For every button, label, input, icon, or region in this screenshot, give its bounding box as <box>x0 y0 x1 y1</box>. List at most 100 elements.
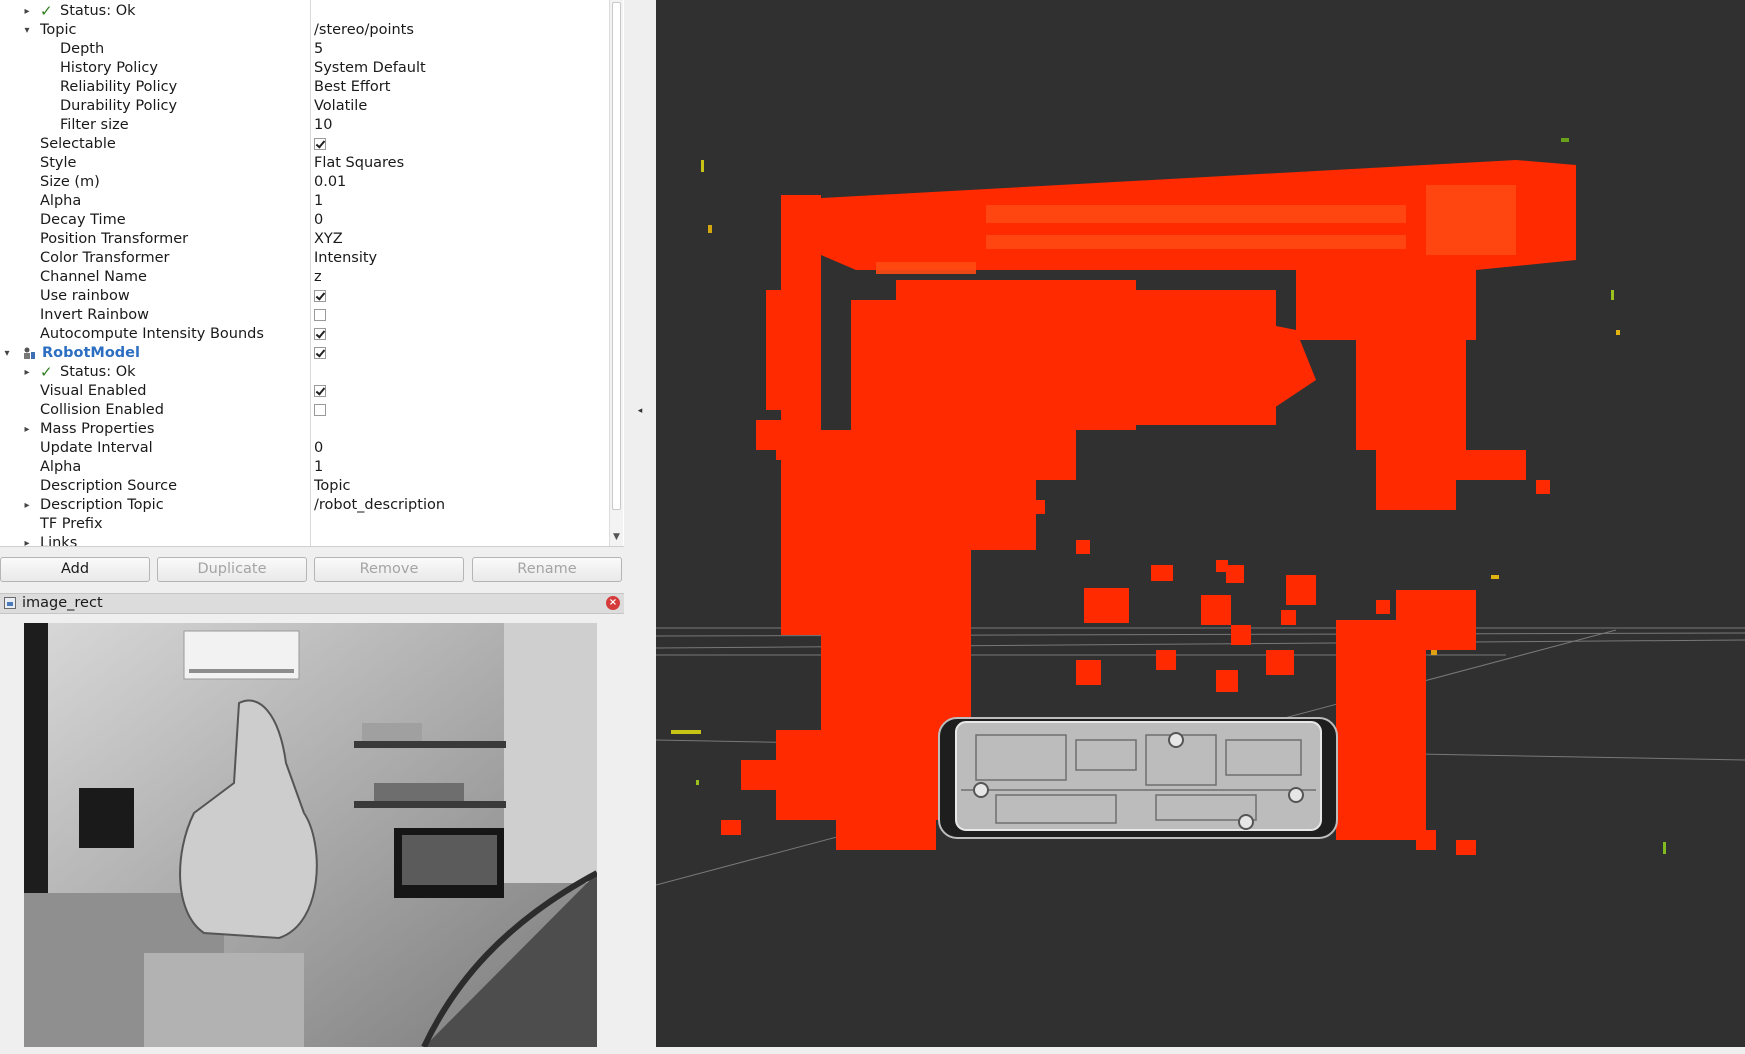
displays-property-tree[interactable]: ▸ ✓ Status: Ok ▾ Topic/stereo/points Depth 5 Hi… <box>0 0 624 546</box>
property-value[interactable]: Volatile <box>314 97 367 116</box>
property-checkbox[interactable] <box>314 404 326 416</box>
tree-property-row[interactable]: ▸ ✓ Status: Ok <box>0 2 609 21</box>
property-label: Reliability Policy <box>60 79 178 95</box>
tree-property-row[interactable]: Filter size 10 <box>0 116 609 135</box>
tree-property-row[interactable]: Invert Rainbow <box>0 306 609 325</box>
tree-property-row[interactable]: Alpha 1 <box>0 192 609 211</box>
property-value[interactable]: XYZ <box>314 230 343 249</box>
image-panel-titlebar[interactable]: image_rect × <box>0 593 624 614</box>
status-ok-icon: ✓ <box>40 2 53 20</box>
tree-property-row[interactable]: ▸ Links <box>0 534 609 546</box>
property-label: Mass Properties <box>40 421 155 437</box>
collapsed-arrow-icon[interactable]: ▸ <box>22 363 32 382</box>
tree-property-row[interactable]: ▸ ✓ Status: Ok <box>0 363 609 382</box>
tree-property-row[interactable]: Decay Time 0 <box>0 211 609 230</box>
tree-property-row[interactable]: Use rainbow <box>0 287 609 306</box>
image-panel-title: image_rect <box>22 595 103 611</box>
camera-feed-illustration <box>24 623 597 1047</box>
tree-display-item[interactable]: ▾ RobotModel <box>0 344 609 363</box>
property-value[interactable]: 0 <box>314 211 323 230</box>
property-value[interactable]: z <box>314 268 322 287</box>
property-value[interactable]: Intensity <box>314 249 377 268</box>
property-label: Invert Rainbow <box>40 307 150 323</box>
property-label: History Policy <box>60 60 158 76</box>
property-label: Filter size <box>60 117 129 133</box>
image-icon <box>4 597 16 609</box>
property-value[interactable]: 5 <box>314 40 323 59</box>
property-value[interactable]: 1 <box>314 192 323 211</box>
property-checkbox[interactable] <box>314 138 326 150</box>
close-icon[interactable]: × <box>606 596 620 610</box>
tree-property-row[interactable]: ▸ Mass Properties <box>0 420 609 439</box>
scroll-down-arrow-icon[interactable]: ▼ <box>611 531 622 543</box>
collapsed-arrow-icon[interactable]: ▸ <box>22 2 32 21</box>
property-label: Decay Time <box>40 212 126 228</box>
property-label: Autocompute Intensity Bounds <box>40 326 264 342</box>
tree-property-row[interactable]: Style Flat Squares <box>0 154 609 173</box>
expanded-arrow-icon[interactable]: ▾ <box>2 344 12 363</box>
property-value[interactable]: /stereo/points <box>314 21 414 40</box>
property-label: Description Source <box>40 478 177 494</box>
status-ok-icon: ✓ <box>40 363 53 381</box>
tree-property-row[interactable]: Visual Enabled <box>0 382 609 401</box>
collapsed-arrow-icon[interactable]: ▸ <box>22 534 32 546</box>
tree-property-row[interactable]: Channel Name z <box>0 268 609 287</box>
tree-property-row[interactable]: Selectable <box>0 135 609 154</box>
vertical-scrollbar[interactable]: ▼ <box>609 0 623 546</box>
property-label: Alpha <box>40 459 82 475</box>
property-value[interactable]: 0 <box>314 439 323 458</box>
tree-property-row[interactable]: Position Transformer XYZ <box>0 230 609 249</box>
tree-property-row[interactable]: TF Prefix <box>0 515 609 534</box>
collapsed-arrow-icon[interactable]: ▸ <box>22 496 32 515</box>
3d-render-viewport[interactable] <box>656 0 1745 1047</box>
property-label: Status: Ok <box>60 364 136 380</box>
duplicate-button[interactable]: Duplicate <box>157 557 307 582</box>
tree-property-row[interactable]: Alpha 1 <box>0 458 609 477</box>
property-checkbox[interactable] <box>314 309 326 321</box>
property-value[interactable]: 10 <box>314 116 332 135</box>
property-label: Status: Ok <box>60 3 136 19</box>
robot-model-icon <box>22 347 36 360</box>
tree-property-row[interactable]: Update Interval 0 <box>0 439 609 458</box>
tree-property-row[interactable]: Description Source Topic <box>0 477 609 496</box>
property-label: Visual Enabled <box>40 383 147 399</box>
tree-property-row[interactable]: Color Transformer Intensity <box>0 249 609 268</box>
property-label: Topic <box>40 22 77 38</box>
scrollbar-thumb[interactable] <box>612 2 621 510</box>
tree-property-row[interactable]: Autocompute Intensity Bounds <box>0 325 609 344</box>
expanded-arrow-icon[interactable]: ▾ <box>22 21 32 40</box>
rename-button[interactable]: Rename <box>472 557 622 582</box>
tree-property-row[interactable]: Collision Enabled <box>0 401 609 420</box>
property-value[interactable]: Topic <box>314 477 350 496</box>
property-checkbox[interactable] <box>314 328 326 340</box>
remove-button[interactable]: Remove <box>314 557 464 582</box>
robot-model <box>938 717 1338 839</box>
property-label: Channel Name <box>40 269 147 285</box>
tree-property-row[interactable]: ▸ Description Topic/robot_description <box>0 496 609 515</box>
property-label: Alpha <box>40 193 82 209</box>
property-label: Style <box>40 155 77 171</box>
property-value[interactable]: Best Effort <box>314 78 390 97</box>
collapse-left-arrow-icon[interactable]: ◂ <box>636 406 644 418</box>
property-value[interactable]: 0.01 <box>314 173 346 192</box>
add-button[interactable]: Add <box>0 557 150 582</box>
property-label: Size (m) <box>40 174 100 190</box>
property-value[interactable]: /robot_description <box>314 496 445 515</box>
tree-property-row[interactable]: Size (m) 0.01 <box>0 173 609 192</box>
collapsed-arrow-icon[interactable]: ▸ <box>22 420 32 439</box>
tree-property-row[interactable]: Durability Policy Volatile <box>0 97 609 116</box>
property-label: Update Interval <box>40 440 153 456</box>
property-label: Durability Policy <box>60 98 178 114</box>
tree-property-row[interactable]: History Policy System Default <box>0 59 609 78</box>
tree-property-row[interactable]: Depth 5 <box>0 40 609 59</box>
property-checkbox[interactable] <box>314 290 326 302</box>
tree-property-row[interactable]: Reliability Policy Best Effort <box>0 78 609 97</box>
property-checkbox[interactable] <box>314 385 326 397</box>
property-value[interactable]: Flat Squares <box>314 154 404 173</box>
panel-splitter[interactable]: ◂ <box>624 0 656 1054</box>
property-label: Description Topic <box>40 497 164 513</box>
property-checkbox[interactable] <box>314 347 326 359</box>
property-value[interactable]: 1 <box>314 458 323 477</box>
property-value[interactable]: System Default <box>314 59 426 78</box>
tree-property-row[interactable]: ▾ Topic/stereo/points <box>0 21 609 40</box>
